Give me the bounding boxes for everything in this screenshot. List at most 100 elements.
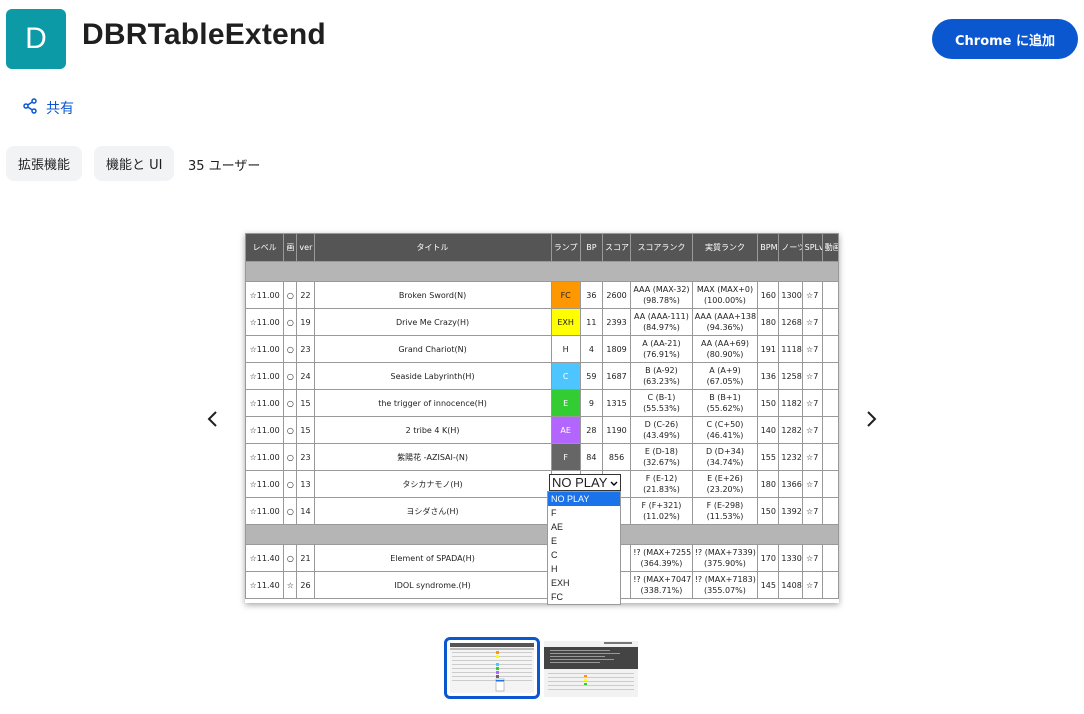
previous-screenshot-button[interactable]: [198, 404, 228, 434]
column-header[interactable]: レベル: [245, 233, 285, 262]
title-link[interactable]: ヨシダさん(H): [313, 497, 552, 525]
lamp-cell[interactable]: AE: [550, 416, 581, 444]
column-header[interactable]: SPLv: [801, 233, 823, 262]
title-link[interactable]: Drive Me Crazy(H): [313, 308, 552, 336]
column-header[interactable]: 実質ランク: [691, 233, 759, 262]
title-link[interactable]: Seaside Labyrinth(H): [313, 362, 552, 390]
score-rank-cell: A (AA-21) (76.91%): [630, 335, 693, 363]
lamp-option[interactable]: F: [548, 506, 620, 520]
real-rank-cell-percent: (94.36%): [706, 323, 744, 332]
lamp-option[interactable]: AE: [548, 520, 620, 534]
score-cell: 856: [601, 443, 632, 471]
lamp-option[interactable]: NO PLAY: [548, 492, 620, 506]
lamp-option[interactable]: C: [548, 548, 620, 562]
category-chip[interactable]: 拡張機能: [6, 146, 83, 181]
lamp-option[interactable]: H: [548, 562, 620, 576]
bpm-cell: 155: [757, 443, 780, 471]
column-header[interactable]: スコア: [601, 233, 632, 262]
thumbnail-1[interactable]: [444, 637, 540, 699]
version-cell: 22: [296, 281, 315, 309]
table-row: ☆11.00 ○ 23 紫陽花 -AZISAI-(N) F 84 856 E (D-18) (3…: [245, 443, 839, 471]
level-cell: ☆11.00: [245, 362, 285, 390]
real-rank-cell-percent: (100.00%): [704, 296, 746, 305]
level-cell: ☆11.00: [245, 389, 285, 417]
level-cell: ☆11.00: [245, 416, 285, 444]
lamp-cell[interactable]: F: [550, 443, 581, 471]
column-header[interactable]: タイトル: [313, 233, 552, 262]
video-cell: [821, 416, 839, 444]
lamp-option[interactable]: EXH: [548, 576, 620, 590]
lamp-dropdown: NO PLAY F AE E C H EXH FC: [547, 491, 621, 605]
title-link[interactable]: 紫陽花 -AZISAI-(N): [313, 443, 552, 471]
splv-cell: ☆7: [801, 470, 823, 498]
score-rank-cell-label: D (C-26): [644, 420, 679, 429]
next-screenshot-button[interactable]: [856, 404, 886, 434]
video-cell: [821, 470, 839, 498]
lamp-select[interactable]: NO PLAY: [549, 474, 621, 491]
mark-cell: ○: [283, 416, 298, 444]
level-cell: ☆11.00: [245, 443, 285, 471]
add-to-chrome-button[interactable]: Chrome に追加: [932, 19, 1078, 59]
notes-cell: 1366: [778, 470, 803, 498]
score-rank-cell-label: C (B-1): [647, 393, 676, 402]
lamp-cell[interactable]: H: [550, 335, 581, 363]
lamp-option[interactable]: FC: [548, 590, 620, 604]
level-cell: ☆11.00: [245, 497, 285, 525]
notes-cell: 1258: [778, 362, 803, 390]
real-rank-cell-percent: (67.05%): [706, 377, 744, 386]
real-rank-cell: A (A+9) (67.05%): [691, 362, 759, 390]
table-row: ☆11.00 ○ 15 the trigger of innocence(H) E 9 13…: [245, 389, 839, 417]
title-link[interactable]: Grand Chariot(N): [313, 335, 552, 363]
bp-cell: 4: [579, 335, 603, 363]
share-icon: [22, 98, 38, 118]
score-cell: 1190: [601, 416, 632, 444]
column-header[interactable]: ノーツ数: [778, 233, 803, 262]
title-link[interactable]: IDOL syndrome.(H): [313, 571, 552, 599]
lamp-select-value: NO PLAY: [552, 475, 608, 490]
column-header[interactable]: ランプ: [550, 233, 581, 262]
title-link[interactable]: Element of SPADA(H): [313, 544, 552, 572]
thumbnail-2[interactable]: [544, 641, 638, 697]
thumbnail-1-image: [450, 643, 534, 693]
column-header[interactable]: ver: [296, 233, 315, 262]
real-rank-cell-percent: (355.07%): [704, 586, 746, 595]
share-label: 共有: [46, 101, 74, 117]
title-link[interactable]: 2 tribe 4 K(H): [313, 416, 552, 444]
share-button[interactable]: 共有: [22, 98, 74, 118]
column-header[interactable]: 動画: [821, 233, 839, 262]
lamp-cell[interactable]: EXH: [550, 308, 581, 336]
real-rank-cell-label: B (B+1): [709, 393, 741, 402]
version-cell: 26: [296, 571, 315, 599]
column-header[interactable]: スコアランク: [630, 233, 693, 262]
version-cell: 23: [296, 335, 315, 363]
real-rank-cell: E (E+26) (23.20%): [691, 470, 759, 498]
lamp-cell[interactable]: C: [550, 362, 581, 390]
bpm-cell: 150: [757, 389, 780, 417]
video-cell: [821, 308, 839, 336]
score-cell: 1687: [601, 362, 632, 390]
real-rank-cell-label: F (E-298): [706, 501, 744, 510]
title-link[interactable]: タシカナモノ(H): [313, 470, 552, 498]
column-header[interactable]: BPM: [757, 233, 780, 262]
lamp-cell[interactable]: E: [550, 389, 581, 417]
real-rank-cell: !? (MAX+7339) (375.90%): [691, 544, 759, 572]
score-rank-cell-label: F (E-12): [645, 474, 678, 483]
splv-cell: ☆7: [801, 497, 823, 525]
bp-cell: 28: [579, 416, 603, 444]
column-header[interactable]: 画: [283, 233, 298, 262]
splv-cell: ☆7: [801, 544, 823, 572]
version-cell: 15: [296, 389, 315, 417]
column-header[interactable]: BP: [579, 233, 603, 262]
score-cell: 2600: [601, 281, 632, 309]
mark-cell: ○: [283, 443, 298, 471]
subcategory-chip[interactable]: 機能と UI: [94, 146, 175, 181]
mark-cell: ○: [283, 281, 298, 309]
lamp-cell[interactable]: FC: [550, 281, 581, 309]
level-cell: ☆11.40: [245, 571, 285, 599]
real-rank-cell-percent: (375.90%): [704, 559, 746, 568]
title-link[interactable]: Broken Sword(N): [313, 281, 552, 309]
bpm-cell: 191: [757, 335, 780, 363]
title-link[interactable]: the trigger of innocence(H): [313, 389, 552, 417]
lamp-option[interactable]: E: [548, 534, 620, 548]
notes-cell: 1268: [778, 308, 803, 336]
